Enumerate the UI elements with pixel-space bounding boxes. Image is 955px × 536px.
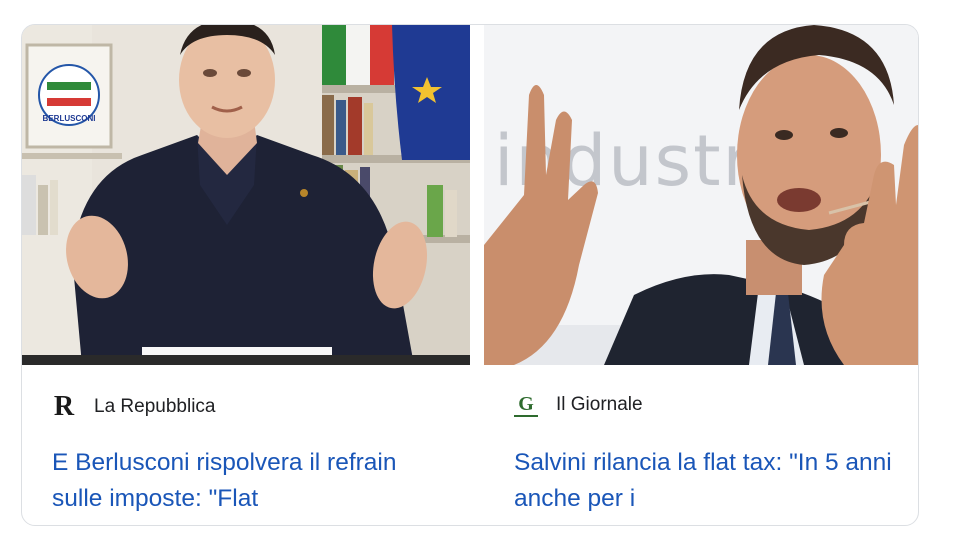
il-giornale-logo-icon: G	[514, 393, 538, 417]
news-thumbnail-berlusconi[interactable]: BERLUSCONI	[22, 25, 470, 365]
source-name: La Repubblica	[94, 396, 216, 417]
source-row: G Il Giornale	[514, 393, 643, 417]
card-meta: G Il Giornale Salvini rilancia la flat t…	[484, 365, 918, 525]
la-repubblica-logo-icon: R	[53, 391, 75, 422]
card-gap	[470, 25, 484, 525]
headline-link[interactable]: E Berlusconi rispolvera il refrain sulle…	[52, 445, 452, 525]
source-row: R La Repubblica	[52, 391, 216, 422]
page: BERLUSCONI R La Repubblica E Berlusconi …	[0, 0, 955, 536]
news-carousel: BERLUSCONI R La Repubblica E Berlusconi …	[21, 24, 919, 526]
source-name: Il Giornale	[556, 394, 643, 415]
badge-label: BERLUSCONI	[43, 114, 96, 123]
news-card-la-repubblica[interactable]: BERLUSCONI R La Repubblica E Berlusconi …	[22, 25, 470, 525]
card-meta: R La Repubblica E Berlusconi rispolvera …	[22, 365, 470, 525]
headline-link[interactable]: Salvini rilancia la flat tax: "In 5 anni…	[514, 445, 914, 525]
news-card-il-giornale[interactable]: industr G Il Giornale Salvini rilancia l…	[484, 25, 918, 525]
news-thumbnail-salvini[interactable]: industr	[484, 25, 918, 365]
